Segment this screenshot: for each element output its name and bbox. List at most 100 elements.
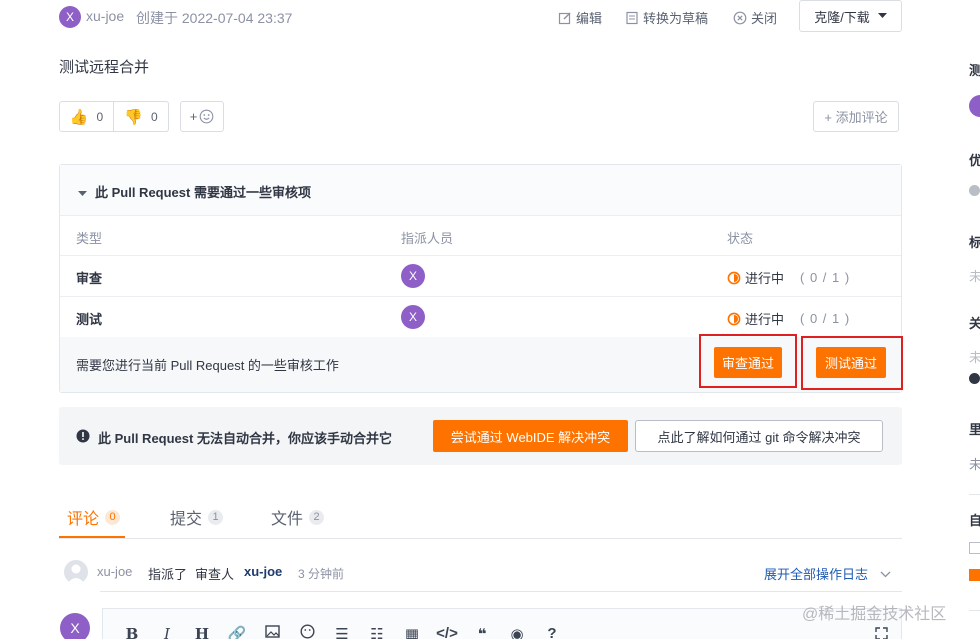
- convert-draft-button[interactable]: 转换为草稿: [625, 8, 708, 27]
- tab-commits[interactable]: 提交 1: [170, 505, 224, 529]
- sidebar-fragment: 未: [969, 457, 980, 472]
- sidebar-fragment: 里: [969, 422, 980, 437]
- edit-icon: [558, 11, 572, 25]
- git-help-button[interactable]: 点此了解如何通过 git 命令解决冲突: [635, 420, 883, 452]
- tab-commits-label: 提交: [170, 511, 203, 528]
- sidebar-fragment: 测: [969, 63, 980, 78]
- add-comment-button[interactable]: + 添加评论: [813, 101, 899, 132]
- fullscreen-icon[interactable]: [875, 627, 888, 639]
- sidebar-avatar: [969, 95, 980, 117]
- caret-down-icon: [877, 13, 887, 19]
- activity-role: 审查人: [195, 567, 235, 582]
- thumbs-up-icon: 👍: [69, 108, 89, 126]
- watermark: @稀土掘金技术社区: [802, 606, 947, 623]
- emoji-icon[interactable]: [296, 624, 318, 639]
- webide-resolve-button[interactable]: 尝试通过 WebIDE 解决冲突: [433, 420, 628, 452]
- code-icon[interactable]: </>: [436, 625, 458, 639]
- italic-icon[interactable]: I: [156, 625, 178, 639]
- ordered-list-icon[interactable]: ☷: [366, 625, 388, 639]
- half-circle-progress-icon: [727, 312, 741, 326]
- sidebar-fragment: 未: [969, 350, 980, 365]
- approve-test-button[interactable]: 测试通过: [816, 347, 886, 378]
- info-icon: [76, 429, 90, 446]
- user-placeholder-icon: [64, 560, 88, 584]
- sidebar-fragment: 关: [969, 316, 980, 331]
- quote-icon[interactable]: ❝: [471, 625, 493, 639]
- tab-comments-label: 评论: [67, 511, 100, 528]
- clone-download-button[interactable]: 克隆/下载: [799, 0, 902, 32]
- thumbs-down-icon: 👎: [124, 108, 143, 126]
- review-notice: 需要您进行当前 Pull Request 的一些审核工作: [76, 358, 339, 373]
- draft-icon: [625, 11, 639, 25]
- edit-button[interactable]: 编辑: [558, 8, 602, 27]
- approve-review-button[interactable]: 审查通过: [714, 347, 782, 378]
- help-icon[interactable]: ?: [541, 625, 563, 639]
- tab-files-label: 文件: [271, 511, 304, 528]
- activity-time: 3 分钟前: [298, 567, 345, 581]
- link-icon[interactable]: 🔗: [226, 625, 248, 639]
- divider: [60, 255, 901, 256]
- current-user-avatar[interactable]: X: [60, 613, 90, 639]
- close-circle-icon: [733, 11, 747, 25]
- test-type-label: 测试: [76, 312, 103, 327]
- thumbs-down-count: 0: [151, 109, 158, 124]
- sidebar-divider: [969, 494, 980, 495]
- table-icon[interactable]: ▦: [401, 625, 423, 639]
- status-in-progress: 进行中 ( 0 / 1 ): [727, 268, 850, 287]
- activity-user[interactable]: xu-joe: [97, 564, 132, 579]
- assignee-avatar[interactable]: X: [401, 264, 425, 288]
- thumbs-up-count: 0: [96, 109, 104, 124]
- image-icon[interactable]: [261, 625, 283, 639]
- tab-files[interactable]: 文件 2: [271, 505, 325, 529]
- thumbs-down-button[interactable]: 👎 0: [113, 101, 169, 132]
- add-reaction-button[interactable]: +: [180, 101, 224, 132]
- column-assignee: 指派人员: [401, 231, 454, 246]
- preview-eye-icon[interactable]: ◉: [506, 625, 528, 639]
- divider: [60, 215, 901, 216]
- activity-divider: [100, 591, 902, 592]
- assignee-avatar[interactable]: X: [401, 305, 425, 329]
- tab-comments-count: 0: [105, 509, 121, 525]
- half-circle-progress-icon: [727, 271, 741, 285]
- created-time: 创建于 2022-07-04 23:37: [136, 10, 293, 26]
- tab-files-count: 2: [309, 509, 325, 525]
- sidebar-fragment: 未: [969, 269, 980, 284]
- divider: [60, 296, 901, 297]
- checkbox-checked[interactable]: [969, 569, 980, 581]
- expand-log-link[interactable]: 展开全部操作日志: [764, 564, 891, 583]
- convert-draft-label: 转换为草稿: [643, 11, 709, 26]
- editor-toolbar: B I H 🔗 ☰ ☷ ▦ </> ❝ ◉ ?: [102, 608, 902, 639]
- status-text: 进行中: [745, 312, 785, 327]
- author-avatar[interactable]: X: [59, 6, 81, 28]
- activity-action: 指派了: [148, 567, 188, 582]
- tabs-divider: [59, 538, 902, 539]
- activity-target-user[interactable]: xu-joe: [244, 564, 282, 579]
- info-dot-icon: [969, 373, 980, 384]
- checkbox[interactable]: [969, 542, 980, 554]
- review-heading: 此 Pull Request 需要通过一些审核项: [95, 185, 311, 200]
- bullet-list-icon[interactable]: ☰: [331, 625, 353, 639]
- edit-label: 编辑: [576, 11, 603, 26]
- review-type-label: 审查: [76, 271, 103, 286]
- pr-title: 测试远程合并: [59, 59, 150, 76]
- close-pr-button[interactable]: 关闭: [733, 8, 777, 27]
- heading-icon[interactable]: H: [191, 625, 213, 639]
- priority-dot: [969, 185, 980, 196]
- close-pr-label: 关闭: [751, 11, 778, 26]
- sidebar-fragment: 优: [969, 153, 980, 168]
- bold-icon[interactable]: B: [121, 625, 143, 639]
- collapse-caret-icon[interactable]: [78, 184, 87, 200]
- author-name[interactable]: xu-joe: [86, 8, 124, 24]
- sidebar-fragment: 标: [969, 235, 980, 250]
- status-text: 进行中: [745, 271, 785, 286]
- merge-message: 此 Pull Request 无法自动合并，你应该手动合并它: [98, 431, 392, 446]
- chevron-down-icon: [880, 566, 891, 581]
- thumbs-up-button[interactable]: 👍 0: [59, 101, 114, 132]
- tab-comments[interactable]: 评论 0: [67, 505, 121, 529]
- column-type: 类型: [76, 231, 103, 246]
- status-in-progress: 进行中 ( 0 / 1 ): [727, 309, 850, 328]
- sidebar-divider: [969, 610, 980, 611]
- column-status: 状态: [727, 231, 754, 246]
- add-reaction-plus: +: [189, 109, 198, 124]
- expand-log-label: 展开全部操作日志: [764, 567, 869, 582]
